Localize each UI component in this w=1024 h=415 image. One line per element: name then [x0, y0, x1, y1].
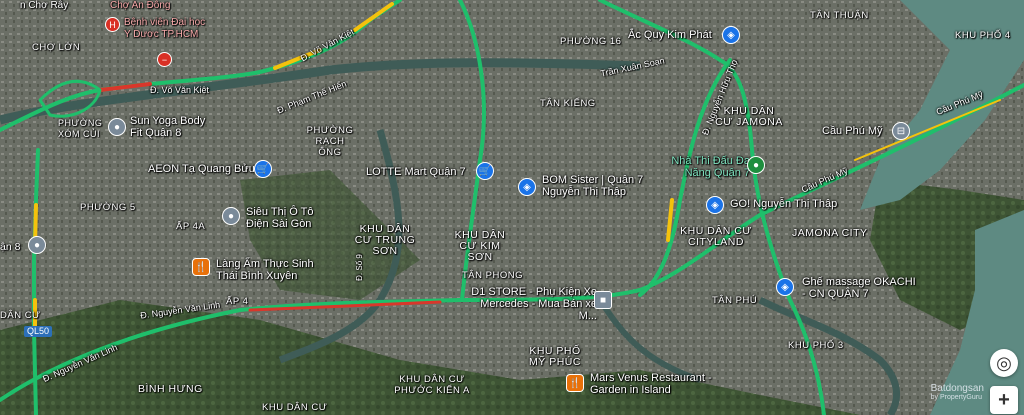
store-icon[interactable]: ■ — [594, 291, 612, 309]
label-phuong-xom-cui: PHƯỜNG XÓM CỦI — [58, 118, 103, 139]
shopping-cart-icon[interactable]: 🛒 — [476, 162, 494, 180]
label-lotte[interactable]: LOTTE Mart Quận 7 — [366, 166, 466, 178]
restaurant-icon[interactable]: 🍴 — [566, 374, 584, 392]
label-ap-4a: ẤP 4A — [176, 221, 206, 232]
zoom-in-button[interactable]: + — [990, 386, 1018, 414]
restaurant-icon[interactable]: 🍴 — [192, 258, 210, 276]
stadium-icon[interactable]: ● — [747, 156, 765, 174]
label-tan-phu: TÂN PHÚ — [712, 295, 758, 306]
label-tan-phong: TÂN PHONG — [462, 270, 523, 281]
map-base-layer — [0, 0, 1024, 415]
label-phuong-rach-ong: PHƯỜNG RẠCH ÔNG — [306, 125, 354, 158]
label-bom-sister[interactable]: BOM Sister | Quận 7 Nguyễn Thị Thập — [542, 174, 662, 198]
label-cho-ray: n Chợ Rẫy — [20, 0, 69, 11]
ql50-shield: QL50 — [24, 326, 53, 337]
label-sieu-thi[interactable]: Siêu Thị Ô Tô Điện Sài Gòn — [246, 206, 326, 230]
label-dan-cu: DÂN CƯ — [0, 310, 41, 321]
label-kdc-jamona: KHU DÂN CƯ JAMONA — [715, 105, 783, 128]
label-kdc-kim-son: KHU DÂN CƯ KIM SƠN — [454, 229, 506, 263]
location-pin-icon[interactable]: ● — [28, 236, 46, 254]
watermark: Batdongsan by PropertyGuru — [931, 383, 984, 401]
label-jamona-city: JAMONA CITY — [792, 227, 868, 239]
shopping-bag-icon[interactable]: ◈ — [518, 178, 536, 196]
label-khu-pho-4: KHU PHỐ 4 — [955, 30, 1011, 41]
label-kdc-phuoc-kien: KHU DÂN CƯ PHƯỚC KIỂN A — [394, 374, 470, 396]
label-ap-4: ẤP 4 — [226, 296, 249, 307]
label-cho-lon: CHỢ LỚN — [32, 42, 81, 53]
bridge-icon[interactable]: ⊟ — [892, 122, 910, 140]
label-phuong-5: PHƯỜNG 5 — [80, 202, 136, 213]
shopping-cart-icon[interactable]: 🛒 — [254, 160, 272, 178]
label-phuong-16: PHƯỜNG 16 — [560, 36, 622, 47]
label-cau-phu-my[interactable]: Cầu Phú Mỹ — [822, 125, 883, 137]
label-d1-store[interactable]: D1 STORE - Phụ Kiện Xe Mercedes - Mua Bá… — [462, 286, 597, 322]
shopping-bag-icon[interactable]: ◈ — [706, 196, 724, 214]
watermark-text: Batdongsan — [930, 383, 984, 394]
label-khu-dan-cu: KHU DÂN CƯ — [262, 402, 328, 413]
label-khu-pho-my-phuc: KHU PHỐ MỸ PHÚC — [529, 345, 581, 368]
shopping-bag-icon[interactable]: ◈ — [722, 26, 740, 44]
label-duong-so-9: Đ. Số 9 — [354, 254, 364, 281]
label-tan-thuan: TÂN THUẬN — [810, 10, 869, 21]
label-ac-quy[interactable]: Ắc Quy Kim Phát — [628, 29, 712, 41]
label-nha-thi-dau[interactable]: Nhà Thi Đấu Đa Năng Quận 7 — [660, 155, 750, 179]
locate-icon: ◎ — [996, 352, 1012, 373]
label-vo-van-kiet-2: Đ. Võ Văn Kiệt — [150, 85, 210, 95]
no-entry-icon: − — [157, 52, 172, 67]
label-quan-8: ận 8 — [0, 241, 21, 253]
label-aeon[interactable]: AEON Tạ Quang Bửu — [148, 163, 255, 175]
label-ghe-massage[interactable]: Ghế massage OKACHI - CN QUẬN 7 — [802, 276, 922, 300]
label-binh-hung: BÌNH HƯNG — [138, 383, 203, 395]
label-tan-kieng: TÂN KIỂNG — [540, 98, 596, 109]
label-kdc-cityland: KHU DÂN CƯ CITYLAND — [680, 225, 752, 248]
plus-icon: + — [998, 388, 1010, 411]
label-sun-yoga[interactable]: Sun Yoga Body Fit Quận 8 — [130, 115, 220, 139]
label-lang-am-thuc[interactable]: Làng Ẩm Thực Sinh Thái Bình Xuyên — [216, 258, 316, 282]
location-pin-icon[interactable]: ● — [222, 207, 240, 225]
my-location-button[interactable]: ◎ — [990, 349, 1018, 377]
label-cho-an-dong: Chợ An Đông — [110, 0, 171, 11]
label-kdc-trung-son: KHU DÂN CƯ TRUNG SƠN — [354, 223, 416, 257]
label-go[interactable]: GO! Nguyễn Thị Thập — [730, 198, 837, 210]
yoga-icon[interactable]: ● — [108, 118, 126, 136]
satellite-map[interactable]: n Chợ Rẫy Chợ An Đông CHỢ LỚN H Bệnh việ… — [0, 0, 1024, 415]
watermark-sub: by PropertyGuru — [930, 394, 982, 401]
hospital-icon[interactable]: H — [105, 17, 120, 32]
label-mars-venus[interactable]: Mars Venus Restaurant - Garden in Island — [590, 372, 720, 396]
label-khu-pho-3: KHU PHỐ 3 — [788, 340, 844, 351]
shopping-bag-icon[interactable]: ◈ — [776, 278, 794, 296]
label-benh-vien[interactable]: Bệnh viện Đại học Y Dược TP.HCM — [124, 17, 210, 41]
